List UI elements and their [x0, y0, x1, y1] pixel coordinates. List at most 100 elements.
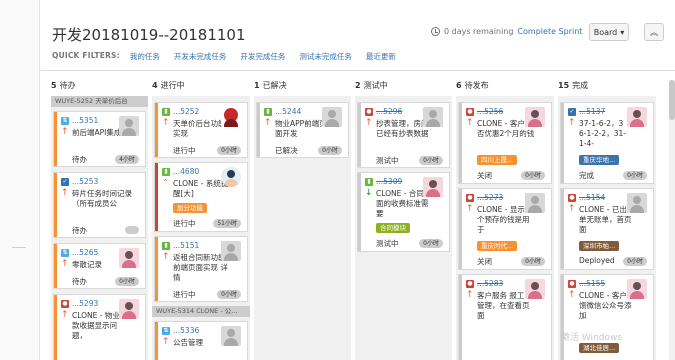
- issue-card[interactable]: ▮ ...5151 ↑ 返租合同新功能-前端页面实现 详情 进行中 0小时: [154, 236, 248, 302]
- assignee-avatar[interactable]: [525, 193, 545, 213]
- card-grabber[interactable]: [54, 173, 57, 237]
- assignee-avatar[interactable]: [221, 167, 241, 187]
- assignee-avatar[interactable]: [221, 107, 241, 127]
- assignee-avatar[interactable]: [322, 107, 342, 127]
- issue-card[interactable]: ● ...5293 ↑ CLONE - 物业收款收据显示问题，: [53, 294, 146, 360]
- caret-down-icon: ▾: [620, 27, 625, 37]
- issue-card[interactable]: ● ...5273 ↑ CLONE - 显示这个预存的钱是用于 重庆时代... …: [458, 188, 552, 270]
- card-grabber[interactable]: [459, 103, 462, 183]
- issue-card[interactable]: ● ...5155 ↑ CLONE - 客户反馈微信公众号添加 湖北佳居...: [560, 274, 654, 360]
- card-grabber[interactable]: [561, 189, 564, 269]
- assignee-avatar[interactable]: [119, 116, 139, 136]
- swimlane-header[interactable]: WUYE-5252 天单价后台: [51, 96, 148, 107]
- card-grabber[interactable]: [561, 103, 564, 183]
- bug-type-icon: ●: [466, 108, 474, 116]
- card-grabber[interactable]: [54, 295, 57, 360]
- card-grabber[interactable]: [561, 275, 564, 360]
- quick-filter-test-open[interactable]: 测试未完成任务: [299, 51, 352, 62]
- issue-key[interactable]: ...5256: [477, 107, 503, 116]
- collapse-header-button[interactable]: ︽: [644, 23, 664, 41]
- scrollbar-thumb[interactable]: [669, 80, 675, 120]
- card-grabber[interactable]: [358, 103, 361, 167]
- issue-key[interactable]: ...5137: [579, 107, 605, 116]
- assignee-avatar[interactable]: [423, 177, 443, 197]
- assignee-avatar[interactable]: [525, 107, 545, 127]
- assignee-avatar[interactable]: [423, 107, 443, 127]
- issue-card[interactable]: ▮ ...5244 ↑ 物业APP前端页面开发 已解决 0小时: [256, 102, 349, 158]
- issue-card[interactable]: ● ...5296 ↑ 抄表管理，房间已经有抄表数据 测试中 0小时: [357, 102, 450, 168]
- issue-card[interactable]: ▮ ...4680 ⌃ CLONE - 系统提醒[大] 加分功能 进行中 51小…: [154, 162, 248, 232]
- issue-card[interactable]: ● ...5283 ↑ 客户服务 报工单管理，在查看页面: [458, 274, 552, 360]
- card-grabber[interactable]: [459, 189, 462, 269]
- epic-label[interactable]: 湖北佳居...: [579, 343, 620, 353]
- card-grabber[interactable]: [155, 103, 158, 157]
- epic-label[interactable]: 深圳市帕...: [579, 241, 620, 251]
- card-grabber[interactable]: [459, 275, 462, 360]
- column-name: 待办: [59, 81, 76, 90]
- complete-sprint-link[interactable]: Complete Sprint: [517, 27, 582, 36]
- issue-key[interactable]: ...5244: [275, 107, 301, 116]
- issue-key[interactable]: ...5151: [173, 241, 199, 250]
- card-grabber[interactable]: [54, 244, 57, 288]
- board-scrollbar[interactable]: [669, 80, 675, 360]
- priority-high-icon: ↑: [264, 118, 272, 128]
- story-type-icon: ▮: [365, 178, 373, 186]
- issue-card[interactable]: ✓ ...5137 ↑ 37-1-6-2，36-1-2-2，31-1-4- 重庆…: [560, 102, 654, 184]
- estimate-badge: 51小时: [213, 219, 241, 228]
- card-grabber[interactable]: [155, 322, 158, 360]
- issue-card[interactable]: ⇅ ...5336 ↑ 公告管理: [154, 321, 248, 360]
- issue-key[interactable]: ...5336: [173, 326, 199, 335]
- issue-key[interactable]: ...5283: [477, 279, 503, 288]
- assignee-avatar[interactable]: [525, 279, 545, 299]
- assignee-avatar[interactable]: [221, 241, 241, 261]
- epic-label[interactable]: 重庆时代...: [477, 241, 518, 251]
- epic-label[interactable]: 重庆华地...: [579, 155, 620, 165]
- issue-key[interactable]: ...5155: [579, 279, 605, 288]
- quick-filter-dev-done[interactable]: 开发完成任务: [240, 51, 285, 62]
- epic-label[interactable]: 四川上晟...: [477, 155, 518, 165]
- issue-card[interactable]: ✓ ...5253 ↑ 碎片任务时间记录（所有成员公 待办: [53, 172, 146, 238]
- issue-card[interactable]: ⇅ ...5265 ↑ 零散记录 待办 0小时: [53, 243, 146, 289]
- card-grabber[interactable]: [54, 112, 57, 166]
- issue-key[interactable]: ...5309: [376, 177, 402, 186]
- nav-grip[interactable]: [12, 247, 26, 248]
- issue-status: 进行中: [173, 290, 196, 299]
- column-count: 2: [355, 81, 361, 90]
- card-grabber[interactable]: [257, 103, 260, 157]
- assignee-avatar[interactable]: [627, 193, 647, 213]
- issue-key[interactable]: ...5253: [72, 177, 98, 186]
- toggle-switch[interactable]: [125, 226, 139, 234]
- issue-key[interactable]: ...5252: [173, 107, 199, 116]
- issue-key[interactable]: ...5154: [579, 193, 605, 202]
- swimlane-header[interactable]: WUYE-5314 CLONE - 公...: [152, 306, 250, 317]
- issue-key[interactable]: ...5296: [376, 107, 402, 116]
- issue-key[interactable]: ...5351: [72, 116, 98, 125]
- issue-status: 测试中: [376, 156, 399, 165]
- issue-card[interactable]: ● ...5154 ↑ CLONE - 已出账单无账单，首页面 深圳市帕... …: [560, 188, 654, 270]
- assignee-avatar[interactable]: [119, 299, 139, 319]
- quick-filter-recent[interactable]: 最近更新: [366, 51, 396, 62]
- issue-key[interactable]: ...5293: [72, 299, 98, 308]
- assignee-avatar[interactable]: [221, 326, 241, 346]
- epic-label[interactable]: 加分功能: [173, 203, 207, 213]
- issue-key[interactable]: ...4680: [173, 167, 199, 176]
- issue-card[interactable]: ● ...5256 ↑ CLONE - 客户是否优惠2个月的钱 四川上晟... …: [458, 102, 552, 184]
- epic-label[interactable]: 合同模块: [376, 223, 410, 233]
- card-grabber[interactable]: [155, 163, 158, 231]
- issue-key[interactable]: ...5265: [72, 248, 98, 257]
- assignee-avatar[interactable]: [627, 107, 647, 127]
- assignee-avatar[interactable]: [119, 248, 139, 268]
- issue-key[interactable]: ...5273: [477, 193, 503, 202]
- issue-card[interactable]: ▮ ...5309 ↓ CLONE - 合同里面的收费标准需要 合同模块 测试中…: [357, 172, 450, 252]
- assignee-avatar[interactable]: [627, 279, 647, 299]
- issue-card[interactable]: ▮ ...5252 ↑ 天单价后台功能实现 进行中 0小时: [154, 102, 248, 158]
- quick-filter-my-tasks[interactable]: 我的任务: [130, 51, 160, 62]
- board-dropdown-button[interactable]: Board ▾: [589, 23, 629, 41]
- column-header-testing: 2 测试中: [355, 80, 388, 91]
- priority-high-icon: ↑: [466, 204, 474, 214]
- clock-icon: [431, 27, 440, 36]
- card-grabber[interactable]: [358, 173, 361, 251]
- issue-card[interactable]: ⇅ ...5351 ↑ 前后端API集成 待办 4小时: [53, 111, 146, 167]
- quick-filter-dev-open[interactable]: 开发未完成任务: [174, 51, 227, 62]
- card-grabber[interactable]: [155, 237, 158, 301]
